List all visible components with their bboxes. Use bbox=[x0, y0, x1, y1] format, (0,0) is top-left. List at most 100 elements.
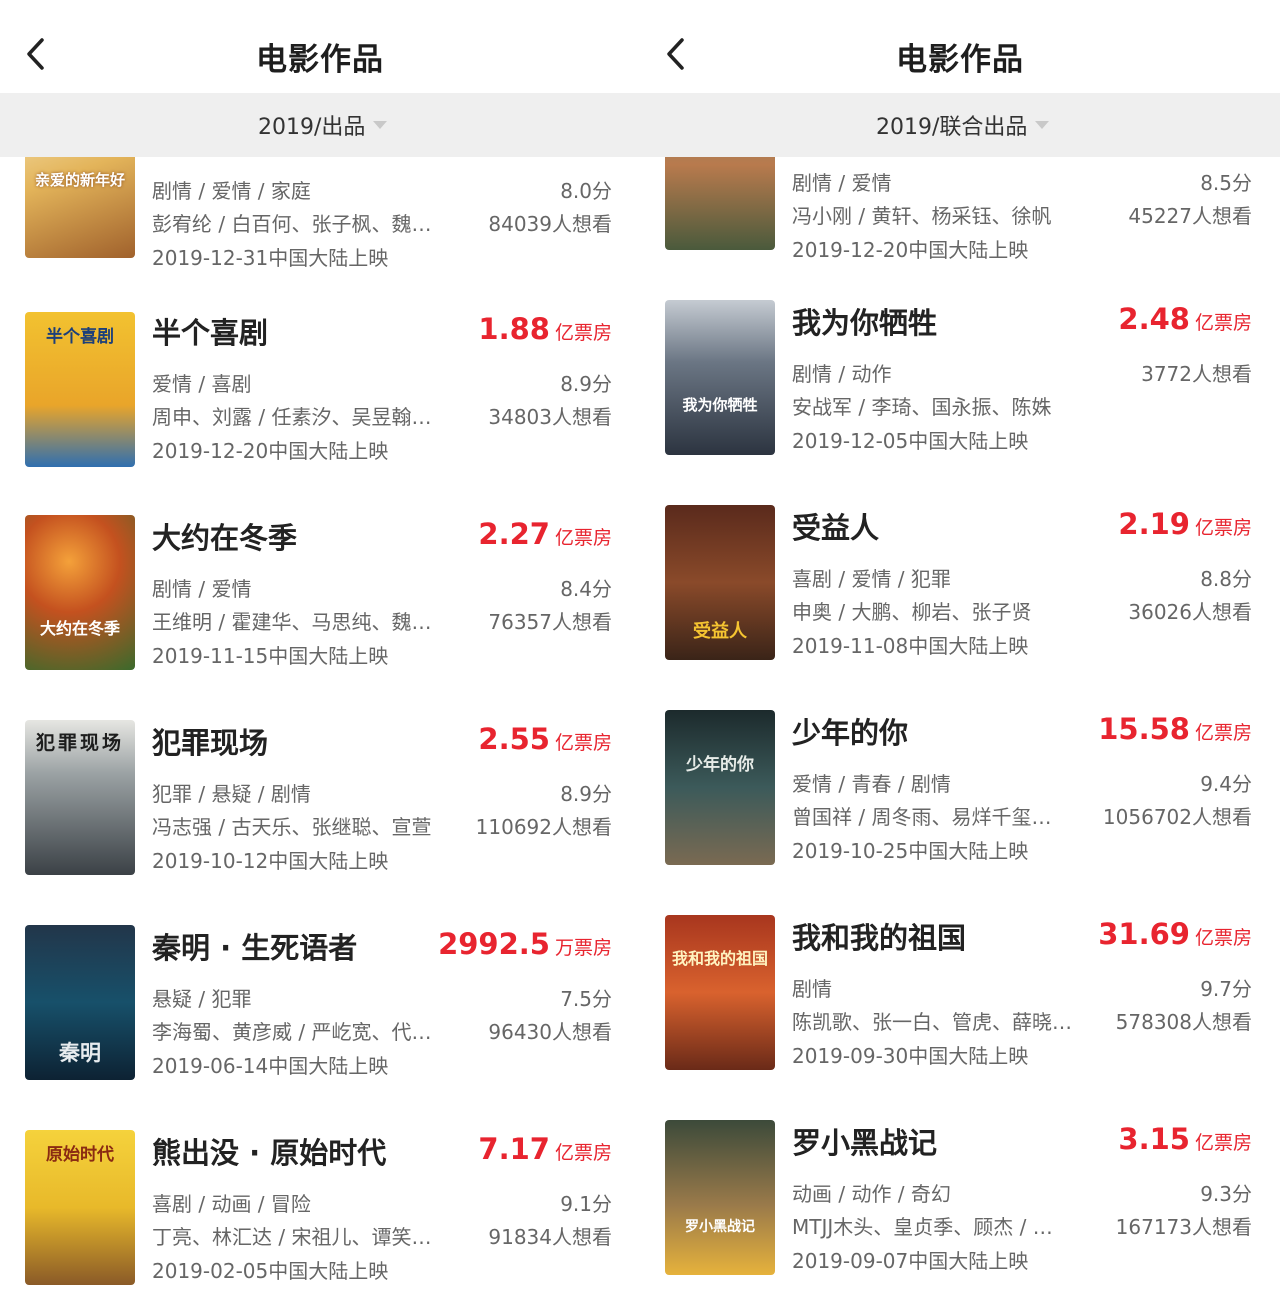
movie-release-date: 2019-12-05中国大陆上映 bbox=[792, 429, 1029, 453]
box-office-value: 7.17 bbox=[478, 1132, 550, 1166]
movie-title: 大约在冬季 bbox=[152, 521, 298, 555]
movie-title: 秦明 · 生死语者 bbox=[152, 931, 358, 965]
box-office-unit: 万票房 bbox=[554, 937, 612, 959]
movie-want-count: 36026人想看 bbox=[1128, 600, 1252, 624]
movie-item[interactable]: 受益人 受益人 2.19 亿票房 喜剧 / 爱情 / 犯罪 8.8分 申奥 / 大… bbox=[640, 505, 1280, 710]
movie-item[interactable]: 罗小黑战记 罗小黑战记 3.15 亿票房 动画 / 动作 / 奇幻 9.3分 MT… bbox=[640, 1120, 1280, 1297]
movie-box-office: 1.88 亿票房 bbox=[478, 312, 612, 346]
box-office-unit: 亿票房 bbox=[1194, 1132, 1252, 1154]
movie-genre: 爱情 / 喜剧 bbox=[152, 372, 252, 396]
movie-release-date: 2019-02-05中国大陆上映 bbox=[152, 1259, 389, 1283]
movie-release-date: 2019-09-30中国大陆上映 bbox=[792, 1044, 1029, 1068]
movie-item[interactable]: 我为你牺牲 我为你牺牲 2.48 亿票房 剧情 / 动作 安战军 / 李琦、国永振… bbox=[640, 300, 1280, 505]
box-office-value: 1.88 bbox=[478, 312, 550, 346]
movie-cast: 彭宥纶 / 白百何、张子枫、魏… bbox=[152, 212, 432, 236]
box-office-unit: 亿票房 bbox=[554, 1142, 612, 1164]
box-office-unit: 亿票房 bbox=[1194, 517, 1252, 539]
poster-title-art: 受益人 bbox=[693, 621, 747, 642]
poster-title-art: 亲爱的新年好 bbox=[34, 171, 125, 189]
movie-title: 半个喜剧 bbox=[152, 316, 269, 350]
movie-score: 9.3分 bbox=[1200, 1182, 1252, 1206]
movie-release-date: 2019-09-07中国大陆上映 bbox=[792, 1249, 1029, 1273]
movie-want-count: 84039人想看 bbox=[488, 212, 612, 236]
movie-poster: 少年的你 bbox=[665, 710, 775, 865]
movie-title: 受益人 bbox=[792, 511, 880, 545]
movie-item[interactable]: 少年的你 少年的你 15.58 亿票房 爱情 / 青春 / 剧情 9.4分 曾国祥… bbox=[640, 710, 1280, 915]
movie-box-office: 3.15 亿票房 bbox=[1118, 1122, 1252, 1156]
movie-title: 我为你牺牲 bbox=[792, 306, 938, 340]
nav-bar: 电影作品 bbox=[0, 0, 640, 93]
movie-box-office: 2992.5 万票房 bbox=[438, 927, 612, 961]
box-office-unit: 亿票房 bbox=[554, 527, 612, 549]
movie-poster: 犯罪现场 bbox=[25, 720, 135, 875]
movie-item[interactable]: 半个喜剧 半个喜剧 1.88 亿票房 爱情 / 喜剧 8.9分 周申、刘露 / 任… bbox=[0, 310, 640, 515]
movie-poster: 大约在冬季 bbox=[25, 515, 135, 670]
year-filter-dropdown[interactable]: 2019/联合出品 bbox=[876, 93, 1050, 157]
movie-box-office: 2.48 亿票房 bbox=[1118, 302, 1252, 336]
caret-down-icon bbox=[373, 121, 388, 129]
poster-title-art: 少年的你 bbox=[686, 755, 754, 775]
movie-cast: MTJJ木头、皇贞季、顾杰 / … bbox=[792, 1215, 1053, 1239]
year-filter-dropdown[interactable]: 2019/出品 bbox=[258, 93, 388, 157]
filter-bar: 2019/联合出品 bbox=[640, 93, 1280, 157]
movie-poster: 秦明 bbox=[25, 925, 135, 1080]
movie-genre: 剧情 / 爱情 / 家庭 bbox=[152, 179, 311, 203]
poster-title-art: 大约在冬季 bbox=[39, 619, 120, 638]
movie-score: 8.5分 bbox=[1200, 171, 1252, 195]
movie-release-date: 2019-10-25中国大陆上映 bbox=[792, 839, 1029, 863]
movie-poster: 半个喜剧 bbox=[25, 312, 135, 467]
movie-genre: 剧情 / 爱情 bbox=[792, 171, 892, 195]
box-office-value: 2.19 bbox=[1118, 507, 1190, 541]
movie-score: 7.5分 bbox=[560, 987, 612, 1011]
box-office-value: 2.55 bbox=[478, 722, 550, 756]
movie-score: 9.7分 bbox=[1200, 977, 1252, 1001]
movie-want-count: 578308人想看 bbox=[1115, 1010, 1252, 1034]
movie-genre: 爱情 / 青春 / 剧情 bbox=[792, 772, 951, 796]
box-office-value: 3.15 bbox=[1118, 1122, 1190, 1156]
movie-want-count: 167173人想看 bbox=[1115, 1215, 1252, 1239]
movie-box-office: 2.27 亿票房 bbox=[478, 517, 612, 551]
box-office-value: 31.69 bbox=[1098, 917, 1190, 951]
movie-title: 罗小黑战记 bbox=[792, 1126, 938, 1160]
movie-cast: 曾国祥 / 周冬雨、易烊千玺… bbox=[792, 805, 1052, 829]
movie-want-count: 76357人想看 bbox=[488, 610, 612, 634]
nav-bar: 电影作品 bbox=[640, 0, 1280, 93]
movie-score: 8.8分 bbox=[1200, 567, 1252, 591]
movie-genre: 悬疑 / 犯罪 bbox=[152, 987, 252, 1011]
movie-score: 9.1分 bbox=[560, 1192, 612, 1216]
movie-item[interactable]: 我和我的祖国 我和我的祖国 31.69 亿票房 剧情 9.7分 陈凯歌、张一白、管… bbox=[640, 915, 1280, 1120]
movie-item[interactable]: 犯罪现场 犯罪现场 2.55 亿票房 犯罪 / 悬疑 / 剧情 8.9分 冯志强 … bbox=[0, 720, 640, 925]
movie-box-office: 2.19 亿票房 bbox=[1118, 507, 1252, 541]
movie-release-date: 2019-12-20中国大陆上映 bbox=[152, 439, 389, 463]
movie-want-count: 1056702人想看 bbox=[1102, 805, 1252, 829]
movie-cast: 申奥 / 大鹏、柳岩、张子贤 bbox=[792, 600, 1032, 624]
movie-release-date: 2019-11-15中国大陆上映 bbox=[152, 644, 389, 668]
movie-cast: 冯志强 / 古天乐、张继聪、宣萱 bbox=[152, 815, 432, 839]
box-office-unit: 亿票房 bbox=[1194, 312, 1252, 334]
movie-item[interactable]: 大约在冬季 大约在冬季 2.27 亿票房 剧情 / 爱情 8.4分 王维明 / 霍… bbox=[0, 515, 640, 720]
movie-release-date: 2019-12-20中国大陆上映 bbox=[792, 238, 1029, 262]
movie-genre: 动画 / 动作 / 奇幻 bbox=[792, 1182, 951, 1206]
movie-score: 8.9分 bbox=[560, 372, 612, 396]
movie-release-date: 2019-11-08中国大陆上映 bbox=[792, 634, 1029, 658]
filter-label: 2019/联合出品 bbox=[876, 115, 1028, 140]
movie-genre: 剧情 / 动作 bbox=[792, 362, 892, 386]
movie-item[interactable]: 秦明 秦明 · 生死语者 2992.5 万票房 悬疑 / 犯罪 7.5分 李海蜀、… bbox=[0, 925, 640, 1130]
movie-score: 8.4分 bbox=[560, 577, 612, 601]
movie-item[interactable]: 原始时代 熊出没 · 原始时代 7.17 亿票房 喜剧 / 动画 / 冒险 9.1… bbox=[0, 1130, 640, 1297]
movie-list: 剧情 / 爱情 8.5分 冯小刚 / 黄轩、杨采钰、徐帆 45227人想看 20… bbox=[640, 95, 1280, 1297]
box-office-unit: 亿票房 bbox=[1194, 927, 1252, 949]
movie-poster: 原始时代 bbox=[25, 1130, 135, 1285]
caret-down-icon bbox=[1035, 121, 1050, 129]
movie-score: 8.9分 bbox=[560, 782, 612, 806]
movie-list: 亲爱的新年好 剧情 / 爱情 / 家庭 8.0分 彭宥纶 / 白百何、张子枫、魏… bbox=[0, 103, 640, 1297]
movie-genre: 喜剧 / 动画 / 冒险 bbox=[152, 1192, 311, 1216]
box-office-unit: 亿票房 bbox=[554, 732, 612, 754]
poster-title-art: 我为你牺牲 bbox=[682, 396, 758, 414]
movie-want-count: 34803人想看 bbox=[488, 405, 612, 429]
movie-box-office: 15.58 亿票房 bbox=[1098, 712, 1252, 746]
movie-box-office: 31.69 亿票房 bbox=[1098, 917, 1252, 951]
movie-poster: 我和我的祖国 bbox=[665, 915, 775, 1070]
poster-title-art: 秦明 bbox=[59, 1040, 101, 1065]
movie-poster: 罗小黑战记 bbox=[665, 1120, 775, 1275]
